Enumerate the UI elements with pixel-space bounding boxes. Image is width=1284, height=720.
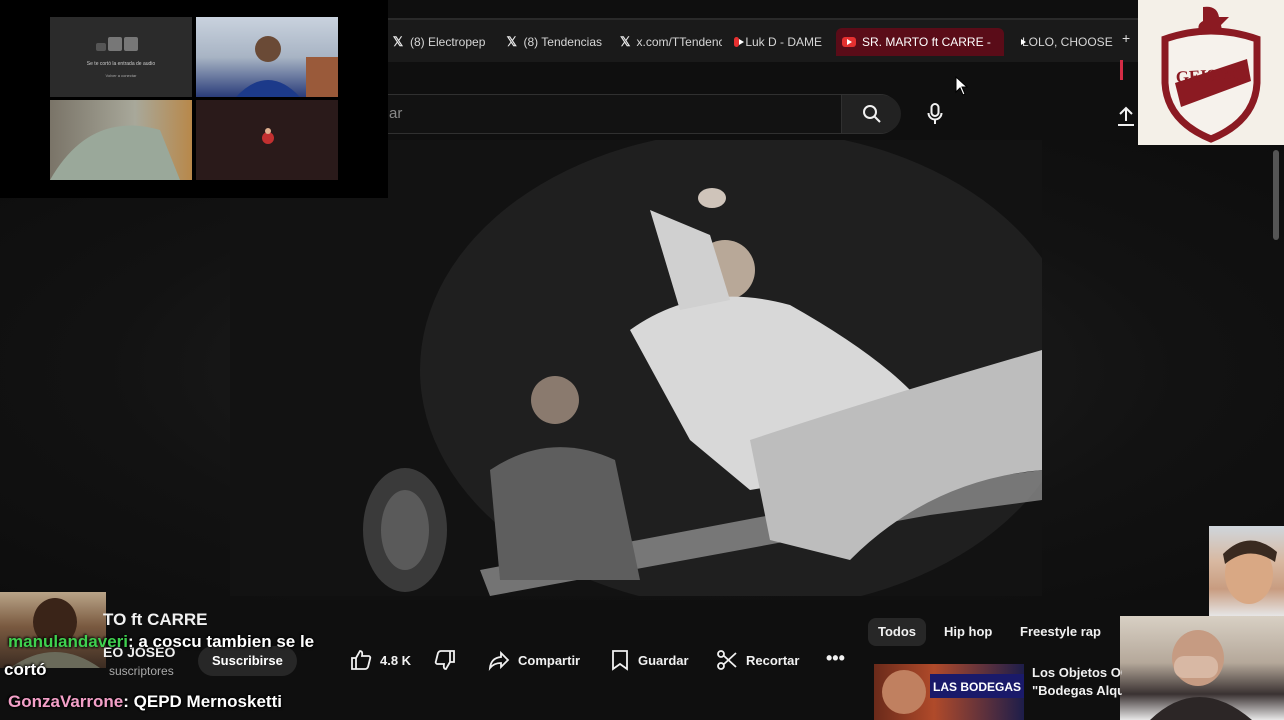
more-actions-button[interactable]: ••• xyxy=(826,648,845,669)
search-input[interactable]: ar xyxy=(381,95,841,133)
video-frame xyxy=(230,140,1042,596)
webcam-chat-avatar xyxy=(0,592,106,668)
tab-electropep[interactable]: 𝕏 (8) Electropep xyxy=(386,28,494,56)
screen-share-icon xyxy=(96,37,138,51)
scissors-icon xyxy=(717,650,737,670)
search-button[interactable] xyxy=(841,95,901,133)
participant-video xyxy=(50,125,180,180)
tab-label: SR. MARTO ft CARRE - xyxy=(862,35,991,49)
webcam-person xyxy=(1150,630,1252,720)
meeting-tile-text: Se te cortó la entrada de audio xyxy=(86,61,156,67)
meeting-tile-subtext: Volver a conectar xyxy=(105,73,137,78)
tab-label: (8) Tendencias xyxy=(523,35,603,49)
recommended-title[interactable]: Los Objetos OC "Bodegas Alqui xyxy=(1032,664,1122,700)
stream-screen: 𝕏 (8) Electropep 𝕏 (8) Tendencias 𝕏 x.co… xyxy=(0,0,1284,720)
youtube-icon xyxy=(842,37,856,47)
tab-label: Luk D - DAME xyxy=(745,35,822,49)
thumbs-down-icon xyxy=(434,650,455,670)
like-button[interactable]: 4.8 K xyxy=(350,644,411,676)
thumbs-up-icon xyxy=(351,650,372,670)
bookmark-icon xyxy=(612,650,628,671)
save-button[interactable]: Guardar xyxy=(610,644,689,676)
chat-message: manulandaveri: a coscu tambien se le xyxy=(8,632,314,652)
share-icon xyxy=(488,650,510,671)
tab-lolo[interactable]: LOLO, CHOOSE xyxy=(1010,28,1118,56)
more-icon: ••• xyxy=(826,648,845,668)
webcam-person xyxy=(1223,540,1277,604)
meeting-tile-participant-1 xyxy=(196,17,338,97)
meeting-tile-participant-3 xyxy=(196,100,338,180)
chip-freestyle-rap[interactable]: Freestyle rap xyxy=(1010,618,1111,646)
tab-tendencias[interactable]: 𝕏 (8) Tendencias xyxy=(500,28,608,56)
tab-indicator xyxy=(1120,60,1123,80)
meeting-tile-participant-2 xyxy=(50,100,192,180)
participant-avatar xyxy=(262,128,274,144)
subscriber-count: suscriptores xyxy=(109,664,174,678)
mouse-cursor-icon xyxy=(955,76,969,96)
clip-button[interactable]: Recortar xyxy=(716,644,799,676)
upload-icon xyxy=(1118,106,1134,126)
new-tab-button[interactable]: + xyxy=(1122,30,1130,46)
svg-text:GEISMO: GEISMO xyxy=(1175,64,1246,87)
tab-label: LOLO, CHOOSE xyxy=(1022,35,1113,49)
chat-message: cortó xyxy=(4,660,47,680)
tab-x-tendencias[interactable]: 𝕏 x.com/TTendencias xyxy=(614,28,722,56)
clip-label: Recortar xyxy=(746,652,800,668)
video-player[interactable] xyxy=(230,140,1042,596)
search-icon xyxy=(862,105,881,123)
x-logo-icon: 𝕏 xyxy=(506,34,517,49)
tab-sr-marto[interactable]: SR. MARTO ft CARRE - xyxy=(836,28,1004,56)
webcam-person xyxy=(10,598,100,668)
participant-video xyxy=(236,36,338,97)
voice-search-button[interactable] xyxy=(915,94,955,134)
x-logo-icon: 𝕏 xyxy=(392,34,404,49)
chip-all[interactable]: Todos xyxy=(868,618,927,646)
tab-label: x.com/TTendencias xyxy=(636,35,722,49)
save-label: Guardar xyxy=(638,652,689,668)
club-crest-icon: GEISMO FC xyxy=(1161,6,1261,143)
thumbnail-image: LAS BODEGAS xyxy=(882,670,1024,714)
share-button[interactable]: Compartir xyxy=(488,644,580,676)
like-count: 4.8 K xyxy=(380,652,412,668)
thumbnail-text: LAS BODEGAS xyxy=(933,680,1021,694)
svg-text:FC: FC xyxy=(1202,99,1219,114)
chat-text: : QEPD Mernosketti xyxy=(123,692,282,711)
webcam-guest xyxy=(1209,526,1284,616)
microphone-icon xyxy=(927,103,943,124)
webcam-streamer xyxy=(1120,616,1284,720)
meeting-tile-presenting: Se te cortó la entrada de audio Volver a… xyxy=(50,17,192,97)
chat-username: GonzaVarrone xyxy=(8,692,124,711)
chat-message: GonzaVarrone: QEPD Mernosketti xyxy=(8,692,282,712)
club-logo: GEISMO FC xyxy=(1138,0,1284,145)
share-label: Compartir xyxy=(518,652,581,668)
x-logo-icon: 𝕏 xyxy=(620,34,631,49)
recommended-thumbnail[interactable]: LAS BODEGAS xyxy=(874,664,1024,720)
tab-luk-d[interactable]: Luk D - DAME xyxy=(728,28,828,56)
browser-tab-strip: 𝕏 (8) Electropep 𝕏 (8) Tendencias 𝕏 x.co… xyxy=(380,18,1140,62)
recommended-title-line: "Bodegas Alqui xyxy=(1032,683,1122,698)
page-scrollbar[interactable] xyxy=(1273,150,1279,240)
youtube-icon xyxy=(734,37,745,47)
tab-label: (8) Electropep xyxy=(410,35,486,49)
video-title: TO ft CARRE xyxy=(103,610,208,629)
search-box: ar xyxy=(380,94,901,134)
video-call-overlay: Se te cortó la entrada de audio Volver a… xyxy=(0,0,388,198)
recommended-title-line: Los Objetos OC xyxy=(1032,665,1122,680)
dislike-button[interactable] xyxy=(434,644,456,676)
chat-username: manulandaveri xyxy=(8,632,128,651)
chat-text: : a coscu tambien se le xyxy=(128,632,315,651)
chip-hip-hop[interactable]: Hip hop xyxy=(934,618,1002,646)
chat-text: cortó xyxy=(4,660,47,679)
